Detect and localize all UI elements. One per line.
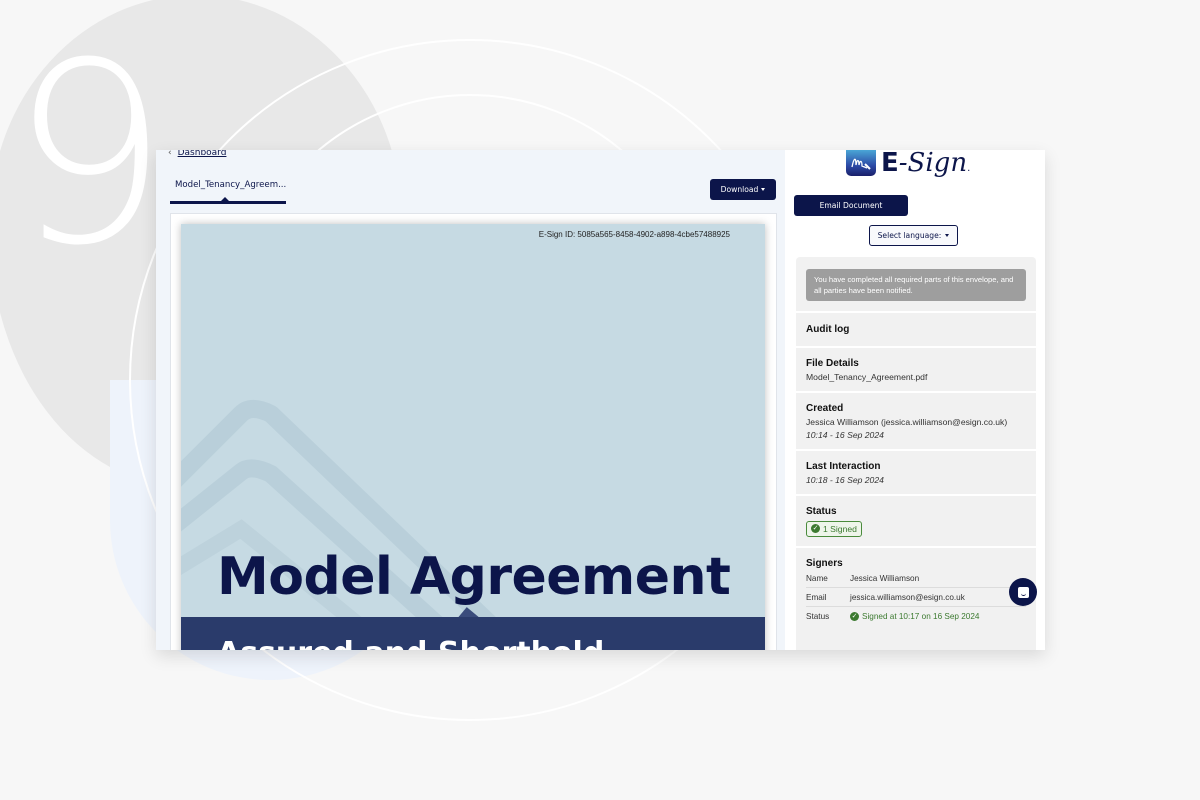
signer-email: jessica.williamson@esign.co.uk — [850, 592, 965, 602]
language-select[interactable]: Select language: — [869, 225, 958, 246]
download-label: Download — [720, 185, 759, 194]
file-details-section: File Details Model_Tenancy_Agreement.pdf — [796, 348, 1036, 393]
last-interaction-section: Last Interaction 10:18 - 16 Sep 2024 — [796, 451, 1036, 496]
status-heading: Status — [806, 506, 837, 517]
signer-key: Email — [806, 592, 827, 602]
signer-key: Name — [806, 573, 828, 583]
document-page: E-Sign ID: 5085a565-8458-4902-a898-4cbe5… — [181, 224, 765, 650]
file-name: Model_Tenancy_Agreement.pdf — [806, 372, 928, 382]
email-document-button[interactable]: Email Document — [794, 195, 908, 216]
signer-row-status: Status ✓ Signed at 10:17 on 16 Sep 2024 — [806, 607, 1026, 625]
document-title: Model Agreement — [217, 547, 731, 607]
document-subtitle: Assured and Shorthold — [217, 636, 604, 650]
created-heading: Created — [806, 403, 844, 414]
check-circle-icon: ✓ — [811, 524, 820, 533]
details-sidebar: E-Sign. Email Document Select language: … — [785, 150, 1045, 650]
chat-support-button[interactable] — [1009, 578, 1037, 606]
download-button[interactable]: Download — [710, 179, 776, 200]
created-section: Created Jessica Williamson (jessica.will… — [796, 393, 1036, 451]
signer-status-label: Signed at 10:17 on 16 Sep 2024 — [862, 611, 980, 621]
audit-log-section[interactable]: Audit log — [796, 313, 1036, 348]
tab-label: Model_Tenancy_Agreem... — [175, 180, 287, 190]
check-circle-icon: ✓ — [850, 611, 859, 621]
caret-down-icon — [945, 234, 950, 237]
app-screenshot: ‹ Dashboard Model_Tenancy_Agreem... Down… — [156, 150, 1045, 650]
chevron-left-icon: ‹ — [168, 150, 172, 158]
created-time: 10:14 - 16 Sep 2024 — [806, 430, 884, 440]
caret-down-icon — [761, 188, 766, 191]
document-viewer[interactable]: E-Sign ID: 5085a565-8458-4902-a898-4cbe5… — [170, 213, 777, 650]
brand-name: E-Sign. — [881, 150, 971, 178]
signer-row-email: Email jessica.williamson@esign.co.uk — [806, 588, 1026, 607]
signer-name: Jessica Williamson — [850, 573, 920, 583]
back-link-label: Dashboard — [177, 150, 227, 158]
status-section: Status ✓ 1 Signed — [796, 496, 1036, 548]
active-tab-underline — [170, 201, 286, 204]
envelope-details-panel: You have completed all required parts of… — [796, 257, 1036, 650]
signers-section: Signers Name Jessica Williamson Email je… — [796, 548, 1036, 632]
completion-notice: You have completed all required parts of… — [806, 269, 1026, 301]
signers-heading: Signers — [806, 557, 843, 569]
signer-key: Status — [806, 611, 830, 621]
document-pane: ‹ Dashboard Model_Tenancy_Agreem... Down… — [156, 150, 785, 650]
step-number: 9 — [10, 9, 170, 300]
language-select-label: Select language: — [877, 231, 942, 240]
back-to-dashboard-link[interactable]: ‹ Dashboard — [168, 150, 226, 158]
last-interaction-time: 10:18 - 16 Sep 2024 — [806, 475, 884, 485]
created-by: Jessica Williamson (jessica.williamson@e… — [806, 417, 1008, 427]
esign-logo: E-Sign. — [846, 150, 970, 176]
file-details-heading: File Details — [806, 358, 859, 369]
status-badge: ✓ 1 Signed — [806, 520, 862, 537]
signer-status: ✓ Signed at 10:17 on 16 Sep 2024 — [850, 611, 980, 621]
esign-id: E-Sign ID: 5085a565-8458-4902-a898-4cbe5… — [538, 230, 730, 239]
signer-row-name: Name Jessica Williamson — [806, 569, 1026, 588]
signature-pen-icon — [846, 150, 876, 176]
last-interaction-heading: Last Interaction — [806, 461, 881, 472]
status-badge-label: 1 Signed — [823, 523, 857, 534]
tab-document[interactable]: Model_Tenancy_Agreem... — [170, 178, 286, 204]
audit-log-heading: Audit log — [806, 324, 850, 335]
chat-icon — [1017, 586, 1029, 598]
